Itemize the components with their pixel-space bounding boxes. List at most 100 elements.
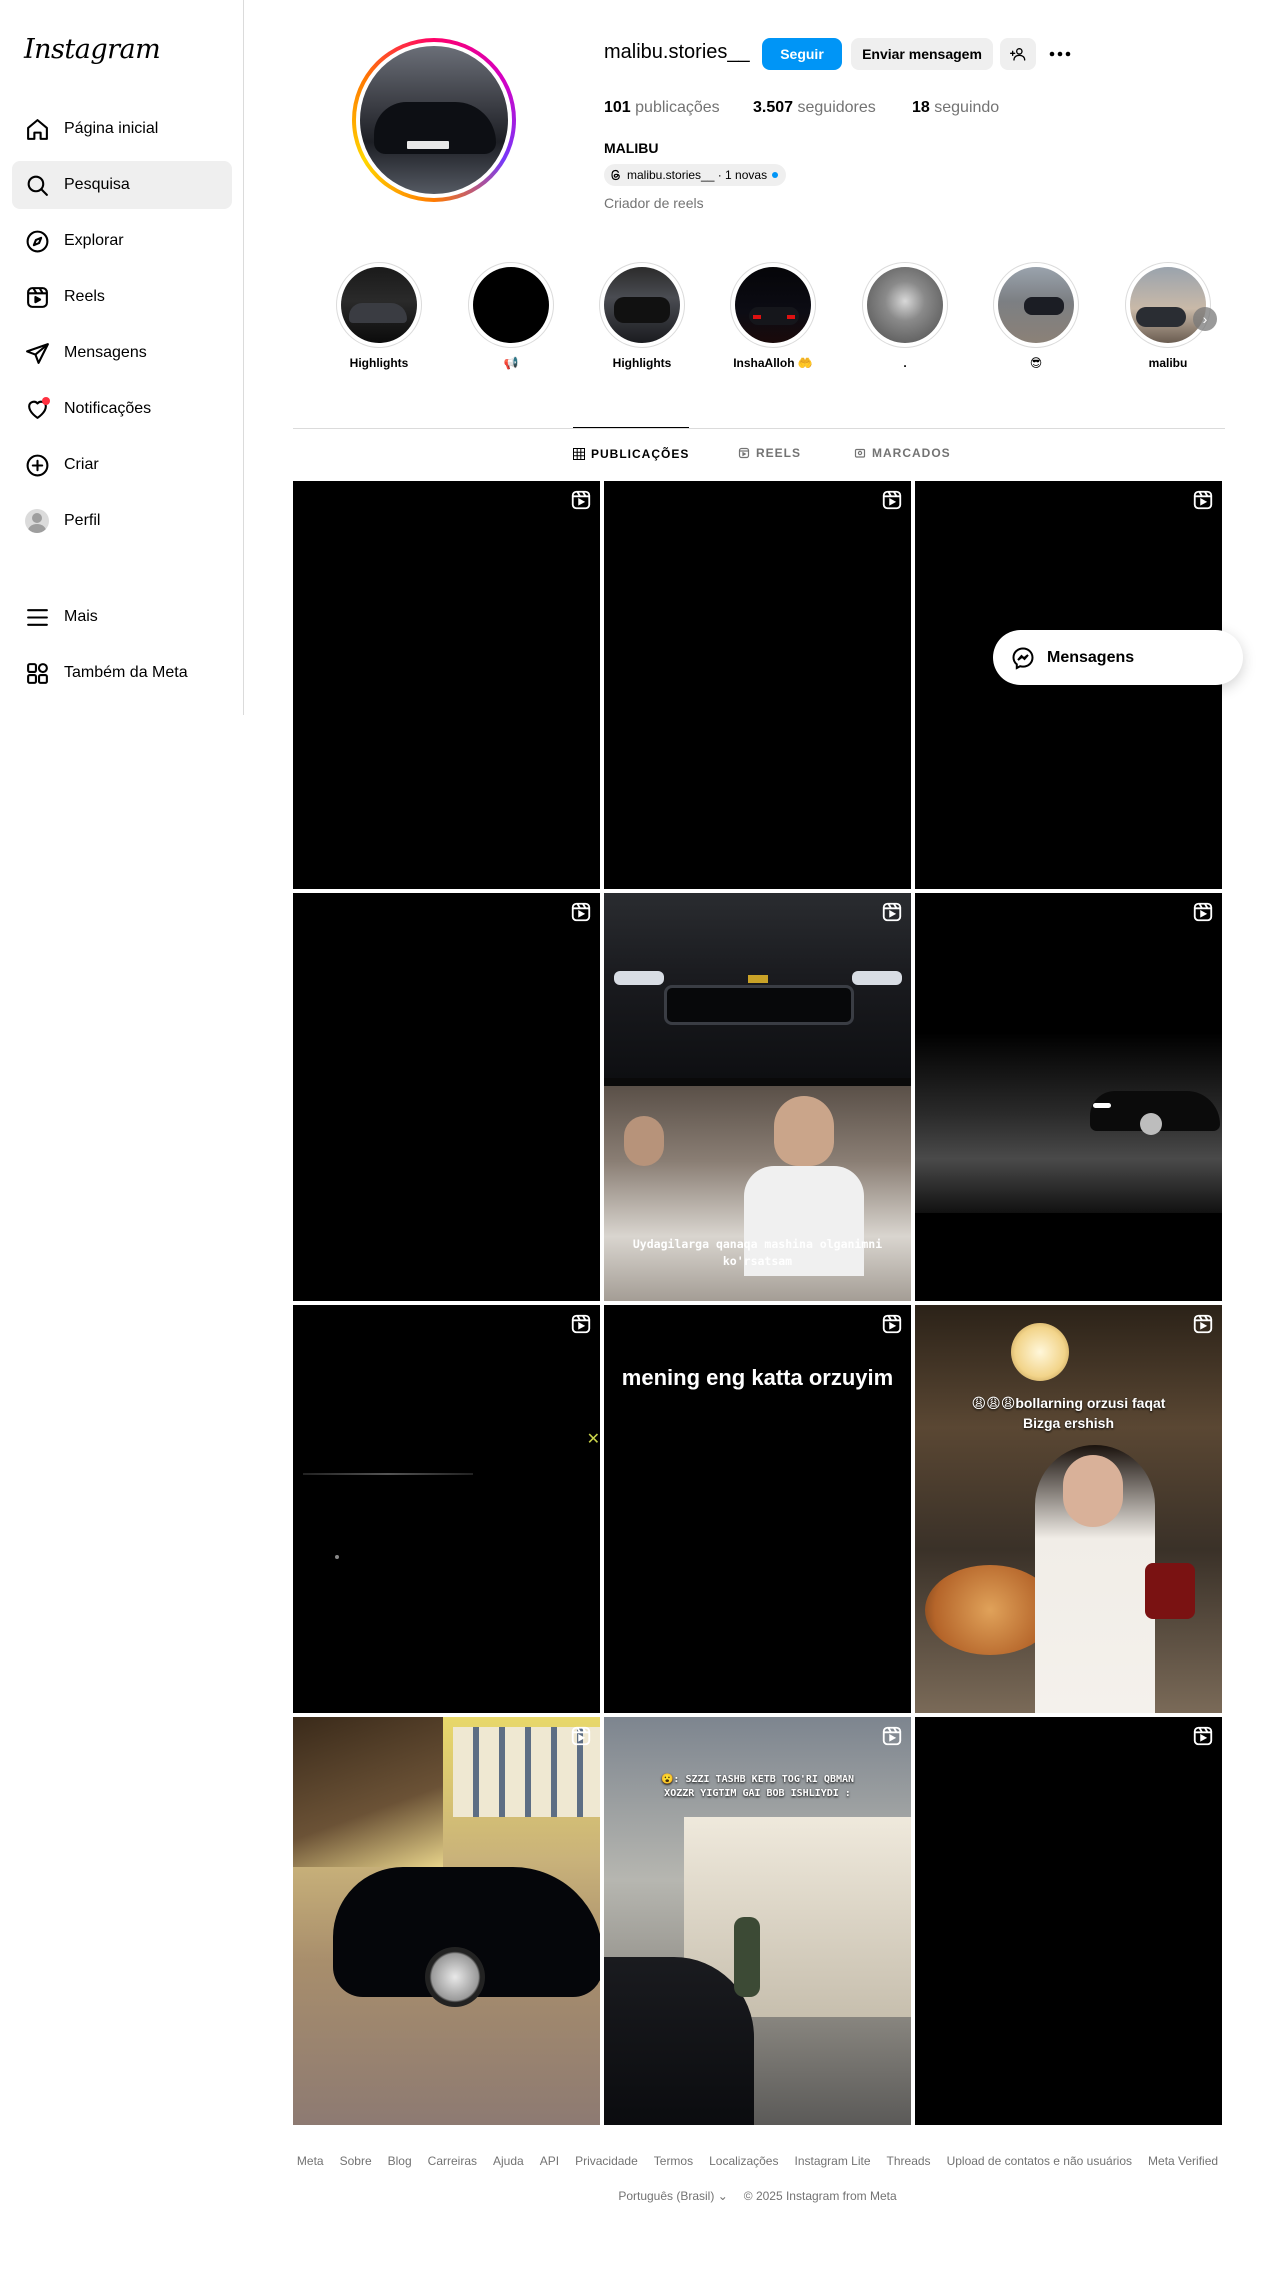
footer-link[interactable]: Privacidade — [575, 2154, 638, 2168]
reel-indicator-icon — [882, 1726, 902, 1746]
reels-icon — [24, 284, 50, 310]
avatar — [25, 509, 49, 533]
nav-label: Mais — [64, 608, 98, 625]
highlight-cover — [341, 267, 417, 343]
post-caption-overlay: mening eng katta orzuyim — [621, 1365, 894, 1390]
instagram-logo[interactable]: Instagram — [24, 34, 161, 65]
highlight-label: Highlights — [612, 356, 672, 370]
tab-tagged[interactable]: MARCADOS — [854, 427, 951, 479]
grid-icon — [573, 447, 585, 460]
post-tile[interactable]: 😮: SZZI TASHB KETB TOG'RI QBMAN XOZZR YI… — [604, 1717, 911, 2125]
send-message-button[interactable]: Enviar mensagem — [851, 38, 993, 70]
highlight-cover — [473, 267, 549, 343]
footer-link[interactable]: Instagram Lite — [794, 2154, 870, 2168]
post-image-car-night — [915, 1033, 1222, 1213]
nav-more[interactable]: Mais — [12, 593, 232, 641]
reel-indicator-icon — [571, 490, 591, 510]
more-options-button[interactable] — [1044, 38, 1076, 70]
post-tile[interactable]: mening eng katta orzuyim — [604, 1305, 911, 1713]
follow-button[interactable]: Seguir — [762, 38, 842, 70]
add-person-icon — [1010, 48, 1026, 61]
reel-indicator-icon — [882, 490, 902, 510]
notification-dot — [42, 397, 50, 405]
post-tile[interactable] — [915, 481, 1222, 889]
heart-icon — [24, 396, 50, 422]
nav-create[interactable]: Criar — [12, 441, 232, 489]
tab-reels[interactable]: REELS — [738, 427, 801, 479]
footer-link[interactable]: Threads — [887, 2154, 931, 2168]
compass-icon — [24, 228, 50, 254]
footer-link[interactable]: Blog — [388, 2154, 412, 2168]
footer-link[interactable]: Sobre — [340, 2154, 372, 2168]
footer-link[interactable]: API — [540, 2154, 559, 2168]
reel-indicator-icon — [1193, 1726, 1213, 1746]
post-tile[interactable] — [915, 1717, 1222, 2125]
footer-bottom: Português (Brasil) ⌄ © 2025 Instagram fr… — [293, 2189, 1222, 2203]
reel-indicator-icon — [882, 1314, 902, 1334]
post-caption-overlay: 😩😩😩bollarning orzusi faqat Bizga ershish — [971, 1395, 1166, 1431]
nav-home[interactable]: Página inicial — [12, 105, 232, 153]
post-image-car-front — [604, 893, 911, 1078]
highlight-label: 📢 — [503, 356, 519, 370]
messages-float-button[interactable]: Mensagens — [993, 630, 1243, 685]
threads-badge[interactable]: malibu.stories__ · 1 novas — [604, 164, 787, 186]
highlight-item[interactable]: Highlights — [597, 262, 687, 370]
profile-username: malibu.stories__ — [604, 41, 750, 63]
meta-apps-icon — [24, 660, 50, 686]
more-icon — [1049, 51, 1071, 57]
post-tile[interactable] — [604, 481, 911, 889]
reel-indicator-icon — [571, 1314, 591, 1334]
tab-posts[interactable]: PUBLICAÇÕES — [573, 427, 690, 479]
highlight-item[interactable]: 😎 — [991, 262, 1081, 370]
nav-also-from-meta[interactable]: Também da Meta — [12, 649, 232, 697]
nav-search[interactable]: Pesquisa — [12, 161, 232, 209]
post-tile[interactable] — [293, 481, 600, 889]
profile-picture[interactable] — [352, 38, 516, 202]
reels-icon — [738, 447, 750, 459]
footer-link[interactable]: Carreiras — [428, 2154, 477, 2168]
nav-notifications[interactable]: Notificações — [12, 385, 232, 433]
footer-link[interactable]: Termos — [654, 2154, 693, 2168]
post-tile[interactable]: 😩😩😩bollarning orzusi faqat Bizga ershish — [915, 1305, 1222, 1713]
post-tile[interactable] — [293, 1717, 600, 2125]
footer-link[interactable]: Localizações — [709, 2154, 778, 2168]
highlight-item[interactable]: 📢 — [466, 262, 556, 370]
nav-label: Explorar — [64, 232, 124, 249]
post-tile[interactable]: Uydagilarga qanaqa mashina olganimni ko'… — [604, 893, 911, 1301]
highlight-cover — [604, 267, 680, 343]
nav-explore[interactable]: Explorar — [12, 217, 232, 265]
footer-link[interactable]: Upload de contatos e não usuários — [947, 2154, 1132, 2168]
highlights-next-arrow-icon[interactable]: › — [1193, 307, 1217, 331]
post-tile[interactable] — [915, 893, 1222, 1301]
reel-indicator-icon — [571, 1726, 591, 1746]
post-image-lamp — [1011, 1323, 1069, 1381]
copyright: © 2025 Instagram from Meta — [743, 2189, 897, 2203]
highlight-cover — [998, 267, 1074, 343]
nav-label: Perfil — [64, 512, 101, 529]
nav-profile[interactable]: Perfil — [12, 497, 232, 545]
nav-label: Página inicial — [64, 120, 159, 137]
highlight-item[interactable]: Highlights — [334, 262, 424, 370]
reel-indicator-icon — [1193, 1314, 1213, 1334]
footer-link[interactable]: Meta — [297, 2154, 324, 2168]
footer-link[interactable]: Ajuda — [493, 2154, 524, 2168]
search-icon — [24, 172, 50, 198]
following-count[interactable]: 18 seguindo — [912, 99, 999, 117]
messenger-icon — [1012, 646, 1034, 670]
new-indicator-dot — [772, 172, 779, 178]
highlight-label: malibu — [1148, 356, 1188, 370]
post-tile[interactable] — [293, 893, 600, 1301]
highlight-item[interactable]: InshaAlloh 🤲 — [728, 262, 818, 370]
post-tile[interactable]: ✕ — [293, 1305, 600, 1713]
footer-link[interactable]: Meta Verified — [1148, 2154, 1218, 2168]
reel-indicator-icon — [1193, 902, 1213, 922]
nav-messages[interactable]: Mensagens — [12, 329, 232, 377]
highlight-label: InshaAlloh 🤲 — [733, 356, 813, 370]
highlight-item[interactable]: . — [860, 262, 950, 370]
nav-label: Notificações — [64, 400, 152, 417]
followers-count[interactable]: 3.507 seguidores — [753, 99, 876, 117]
highlight-label: . — [903, 356, 907, 370]
language-selector[interactable]: Português (Brasil) ⌄ — [618, 2189, 727, 2203]
suggested-accounts-button[interactable] — [1000, 38, 1036, 70]
nav-reels[interactable]: Reels — [12, 273, 232, 321]
